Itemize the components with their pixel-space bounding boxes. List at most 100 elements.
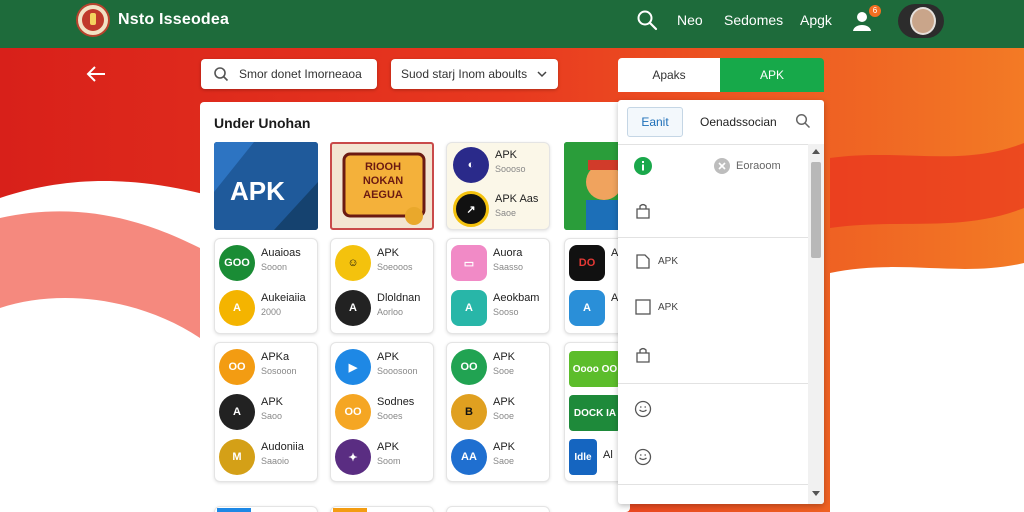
app-icon [217,508,251,512]
app-subtitle: Saoe [493,456,515,466]
filter-selected-value: Suod starj Inom aboults [401,67,528,81]
app-item[interactable]: ☺ APK Soeooos [333,243,433,283]
search-input[interactable]: Smor donet Imorneaoa [201,59,377,89]
app-item[interactable]: AA APK Saoe [449,437,549,477]
app-subtitle: Saasso [493,262,524,272]
app-tile: ▶ APK Sooosoon OO Sodnes Sooes ✦ APK Soom [330,342,434,482]
subtab-eanit[interactable]: Eanit [627,107,683,137]
list-item-label: Eoraoom [736,160,781,172]
app-item[interactable]: A Aukeiaiia 2000 [217,288,317,328]
app-subtitle: Sooe [493,366,515,376]
list-item[interactable] [618,336,808,376]
list-item-label: APK [658,302,679,313]
list-item[interactable] [618,438,808,478]
emblem-icon [82,9,104,31]
app-icon: Oooo OO [569,351,621,387]
app-name: Audoniia [261,441,304,453]
app-subtitle: Saoe [495,208,517,218]
list-item[interactable]: Eoraoom [618,147,808,187]
app-subtitle: Sosooon [261,366,297,376]
app-item[interactable]: ↗ APK Aas Saoe [451,189,549,229]
nav-link-apgk[interactable]: Apgk [800,12,832,28]
app-item[interactable]: ▭ Auora Saasso [449,243,549,283]
app-item[interactable]: ▶ APK Sooosoon [333,347,433,387]
banner-apk[interactable]: APK [214,142,318,230]
list-item[interactable]: APK [618,242,808,282]
app-tile-partial [446,506,550,512]
search-icon[interactable] [795,113,811,129]
app-icon: ↗ [453,191,489,227]
app-name: APK Aas [495,193,539,205]
app-tile: OO APKa Sosooon A APK Saoo M Audoniia Saaoio [214,342,318,482]
tab-apaks[interactable]: Apaks [618,58,720,92]
app-icon: A [451,290,487,326]
divider [618,144,808,145]
app-icon: ◐ [453,147,489,183]
app-tile: ☺ APK Soeooos A Dloldnan Aorloo [330,238,434,334]
smiley-icon [634,448,652,466]
chevron-down-icon [537,71,547,78]
site-title[interactable]: Nsto Isseodea [118,11,229,29]
app-item[interactable]: OO APKa Sosooon [217,347,317,387]
nav-link-neo[interactable]: Neo [677,12,703,28]
section-title: Under Unohan [214,115,311,131]
app-item[interactable]: ◐ APK Soooso [451,145,549,185]
app-subtitle: Soom [377,456,401,466]
list-item[interactable]: APK [618,288,808,328]
app-subtitle: Sooe [493,411,515,421]
app-item[interactable]: A Aeokbam Sooso [449,288,549,328]
list-item[interactable] [618,192,808,232]
app-icon: A [335,290,371,326]
document-icon [636,254,650,269]
app-name: Aukeiaiia [261,292,306,304]
app-name: Al [603,449,613,461]
tab-apk[interactable]: APK [720,58,824,92]
scrollbar[interactable] [808,144,824,504]
app-name: APK [493,396,516,408]
app-item[interactable]: M Audoniia Saaoio [217,437,317,477]
app-icon: OO [335,394,371,430]
subtab-oenadssocian[interactable]: Oenadssocian [700,115,777,129]
banner-apk-label: APK [230,176,285,206]
app-icon: AA [451,439,487,475]
bag-icon [636,203,650,219]
banner-game-label: RIOOH NOKAN AEGUA [362,161,404,201]
site-logo[interactable] [76,3,110,37]
nav-link-sedomes[interactable]: Sedomes [724,12,783,28]
app-item[interactable]: ✦ APK Soom [333,437,433,477]
side-list-panel: Eanit Oenadssocian Eoraoom APK APK [618,100,824,504]
close-icon[interactable] [714,158,730,174]
app-name: APK [495,149,518,161]
notification-badge: 6 [869,5,881,17]
app-item[interactable]: OO Sodnes Sooes [333,392,433,432]
app-tile-partial [330,506,434,512]
app-name: Aeokbam [493,292,540,304]
app-catalog-panel: Under Unohan APK RIOOH NOKAN AEGUA ◐ APK… [200,102,630,512]
divider [618,383,808,384]
checkbox-icon[interactable] [634,298,652,316]
scroll-up-arrow[interactable] [812,149,820,154]
app-icon [333,508,367,512]
app-item[interactable]: A Dloldnan Aorloo [333,288,433,328]
search-placeholder: Smor donet Imorneaoa [239,67,362,81]
list-item[interactable] [618,390,808,430]
top-navigation-bar: Nsto Isseodea Neo Sedomes Apgk 6 [0,0,1024,48]
app-icon: A [569,290,605,326]
user-avatar[interactable] [898,4,944,38]
app-subtitle: Saaoio [261,456,290,466]
banner-game[interactable]: RIOOH NOKAN AEGUA [330,142,434,230]
back-arrow-icon[interactable] [86,64,108,84]
app-item[interactable]: GOO Auaioas Sooon [217,243,317,283]
app-tile: ▭ Auora Saasso A Aeokbam Sooso [446,238,550,334]
app-subtitle: Saoo [261,411,283,421]
app-name: Sodnes [377,396,415,408]
app-item[interactable]: A APK Saoo [217,392,317,432]
app-icon: GOO [219,245,255,281]
search-icon[interactable] [636,9,658,31]
list-item-label: APK [658,256,679,267]
scroll-down-arrow[interactable] [812,491,820,496]
app-item[interactable]: B APK Sooe [449,392,549,432]
app-item[interactable]: OO APK Sooe [449,347,549,387]
scroll-thumb[interactable] [811,162,821,258]
filter-dropdown[interactable]: Suod starj Inom aboults [391,59,558,89]
